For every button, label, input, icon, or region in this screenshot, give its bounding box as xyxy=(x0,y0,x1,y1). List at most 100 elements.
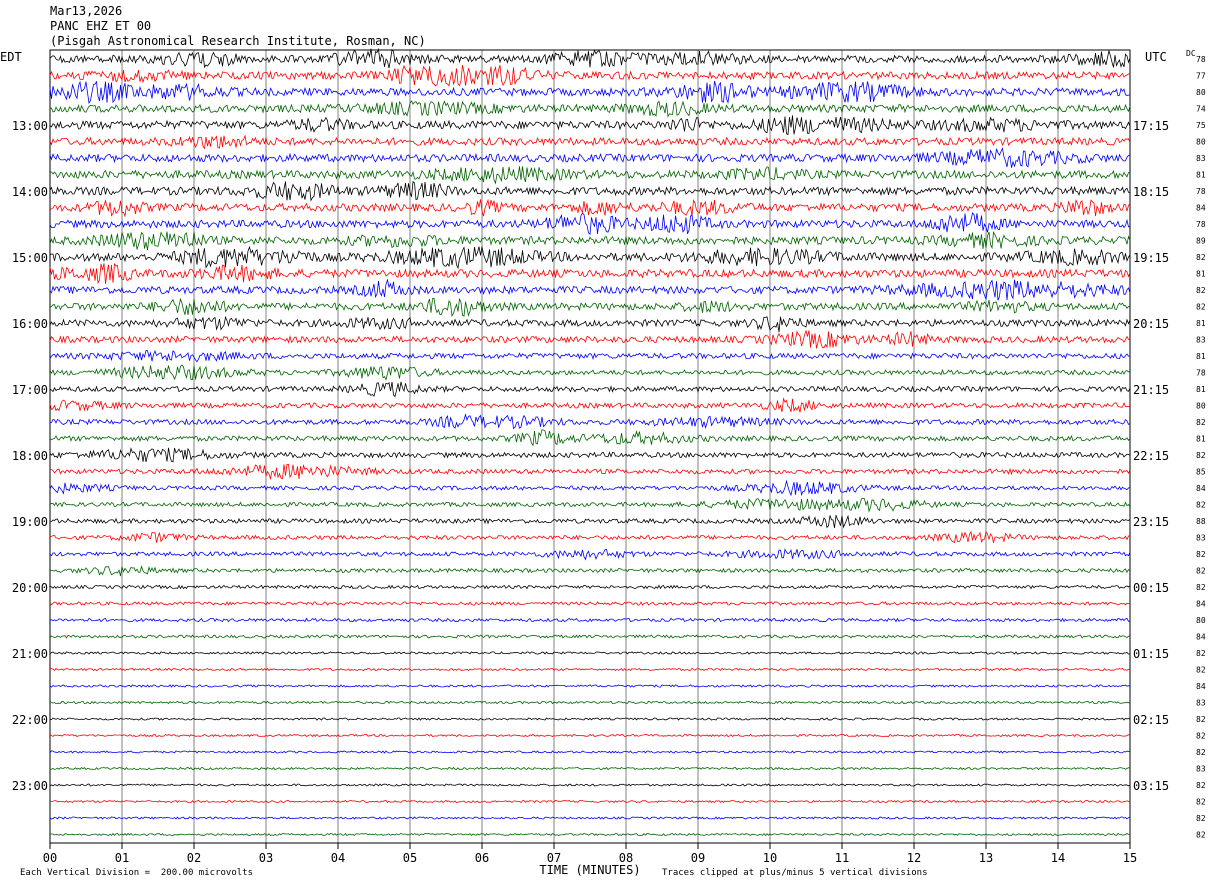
right-hour-label: 23:15 xyxy=(1133,515,1169,529)
x-tick-label: 10 xyxy=(763,851,777,865)
dc-offset-label: 78 xyxy=(1196,55,1206,64)
seismic-trace xyxy=(49,297,1131,318)
seismic-trace xyxy=(49,329,1131,349)
seismic-trace xyxy=(49,180,1130,202)
seismic-trace xyxy=(49,463,1131,481)
dc-offset-label: 82 xyxy=(1196,814,1206,823)
dc-offset-label: 81 xyxy=(1196,385,1206,394)
seismic-trace xyxy=(49,584,1131,590)
footer-clip-note: Traces clipped at plus/minus 5 vertical … xyxy=(662,868,928,878)
seismic-trace xyxy=(49,750,1131,754)
seismic-trace xyxy=(49,381,1131,398)
x-tick-label: 00 xyxy=(43,851,57,865)
seismic-trace xyxy=(49,212,1131,236)
dc-offset-label: 82 xyxy=(1196,286,1206,295)
right-hour-label: 22:15 xyxy=(1133,449,1169,463)
seismic-trace xyxy=(50,514,1131,529)
right-hour-label: 02:15 xyxy=(1133,713,1169,727)
plot-frame xyxy=(49,49,1131,844)
seismic-trace xyxy=(49,278,1131,301)
dc-offset-label: 82 xyxy=(1196,451,1206,460)
seismic-trace xyxy=(49,733,1131,738)
left-hour-label: 15:00 xyxy=(12,251,48,265)
seismic-trace xyxy=(49,667,1131,672)
dc-offset-label: 88 xyxy=(1196,517,1206,526)
dc-offset-label: 82 xyxy=(1196,303,1206,312)
dc-offset-label: 82 xyxy=(1196,732,1206,741)
dc-offset-label: 80 xyxy=(1196,402,1206,411)
x-axis-label: TIME (MINUTES) xyxy=(539,863,640,877)
dc-offset-label: 83 xyxy=(1196,336,1206,345)
dc-offset-label: 80 xyxy=(1196,138,1206,147)
dc-offset-label: 80 xyxy=(1196,88,1206,97)
dc-offset-label: 82 xyxy=(1196,583,1206,592)
seismic-trace xyxy=(49,634,1131,639)
seismic-trace xyxy=(49,147,1131,168)
seismic-trace xyxy=(49,100,1131,118)
left-hour-label: 17:00 xyxy=(12,383,48,397)
x-tick-label: 12 xyxy=(907,851,921,865)
seismic-trace xyxy=(49,364,1131,381)
dc-offset-label: 78 xyxy=(1196,187,1206,196)
left-hour-label: 18:00 xyxy=(12,449,48,463)
x-tick-label: 01 xyxy=(115,851,129,865)
seismic-trace xyxy=(49,134,1131,150)
x-tick-label: 06 xyxy=(475,851,489,865)
x-tick-label: 14 xyxy=(1051,851,1065,865)
dc-offset-label: 81 xyxy=(1196,270,1206,279)
dc-offset-label: 77 xyxy=(1196,72,1206,81)
seismic-trace xyxy=(49,651,1131,655)
dc-offset-label: 75 xyxy=(1196,121,1206,130)
x-tick-label: 15 xyxy=(1123,851,1137,865)
right-hour-label: 19:15 xyxy=(1133,251,1169,265)
dc-offset-label: 82 xyxy=(1196,715,1206,724)
dc-offset-label: 81 xyxy=(1196,435,1206,444)
dc-offset-label: 84 xyxy=(1196,204,1206,213)
dc-offset-label: 81 xyxy=(1196,319,1206,328)
seismic-trace xyxy=(49,783,1131,787)
right-hour-label: 21:15 xyxy=(1133,383,1169,397)
seismic-trace xyxy=(49,80,1131,105)
dc-offset-label: 84 xyxy=(1196,682,1206,691)
x-tick-label: 11 xyxy=(835,851,849,865)
seismic-trace xyxy=(49,350,1130,363)
right-hour-label: 03:15 xyxy=(1133,779,1169,793)
seismic-trace xyxy=(49,166,1131,185)
dc-offset-label: 74 xyxy=(1196,105,1206,114)
dc-offset-label: 82 xyxy=(1196,649,1206,658)
left-hour-label: 23:00 xyxy=(12,779,48,793)
seismic-trace xyxy=(49,198,1131,218)
dc-column-title: DC xyxy=(1186,49,1196,58)
dc-offset-label: 80 xyxy=(1196,616,1206,625)
dc-offset-label: 81 xyxy=(1196,352,1206,361)
seismic-trace xyxy=(49,816,1131,820)
right-hour-label: 00:15 xyxy=(1133,581,1169,595)
right-hour-label: 20:15 xyxy=(1133,317,1169,331)
seismic-trace xyxy=(49,64,1131,87)
dc-offset-label: 83 xyxy=(1196,154,1206,163)
seismic-trace xyxy=(49,617,1131,623)
dc-offset-label: 83 xyxy=(1196,765,1206,774)
dc-offset-label: 84 xyxy=(1196,484,1206,493)
left-axis-title: EDT xyxy=(0,50,22,64)
seismic-trace xyxy=(49,397,1131,413)
left-hour-label: 13:00 xyxy=(12,119,48,133)
dc-offset-label: 81 xyxy=(1196,171,1206,180)
dc-offset-label: 82 xyxy=(1196,748,1206,757)
seismic-trace xyxy=(49,429,1131,447)
right-hour-label: 17:15 xyxy=(1133,119,1169,133)
dc-offset-label: 78 xyxy=(1196,369,1206,378)
dc-offset-label: 82 xyxy=(1196,550,1206,559)
x-tick-label: 04 xyxy=(331,851,345,865)
x-tick-label: 09 xyxy=(691,851,705,865)
right-hour-label: 18:15 xyxy=(1133,185,1169,199)
seismic-trace xyxy=(49,115,1131,136)
left-hour-label: 19:00 xyxy=(12,515,48,529)
seismic-trace xyxy=(49,565,1131,577)
seismic-trace xyxy=(49,262,1131,285)
seismic-trace xyxy=(49,684,1131,688)
seismic-trace xyxy=(49,832,1131,837)
x-tick-label: 03 xyxy=(259,851,273,865)
dc-offset-label: 82 xyxy=(1196,666,1206,675)
left-hour-label: 16:00 xyxy=(12,317,48,331)
